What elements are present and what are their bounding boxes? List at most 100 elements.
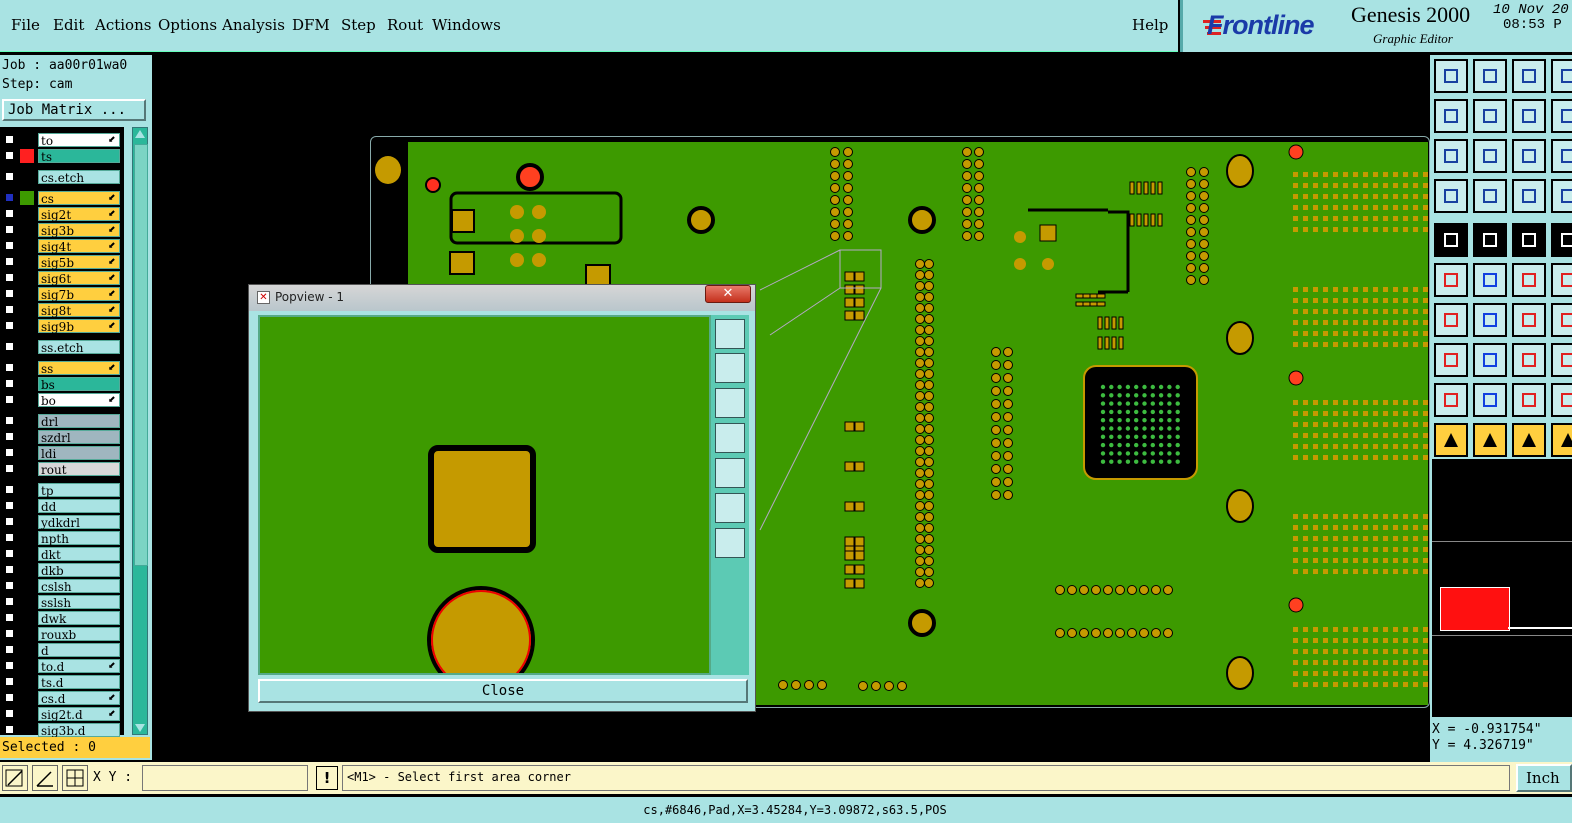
layer-row[interactable]: cs.etch [2, 170, 120, 185]
layer-name[interactable]: cslsh [38, 579, 120, 594]
connect-icon[interactable] [1434, 263, 1468, 297]
pointer-icon[interactable] [1434, 423, 1468, 457]
layer-row[interactable]: ts.d [2, 675, 120, 690]
layer-checkbox[interactable] [5, 135, 14, 144]
menu-options[interactable]: Options [158, 16, 217, 34]
layer-name[interactable]: npth [38, 531, 120, 546]
pan-right-icon[interactable] [1473, 99, 1507, 133]
ruler-icon[interactable] [1512, 223, 1546, 257]
layer-row[interactable]: cs ⬋ [2, 191, 120, 206]
menu-analysis[interactable]: Analysis [222, 16, 285, 34]
layer-checkbox[interactable] [5, 379, 14, 388]
grid-icon[interactable] [1473, 179, 1507, 213]
triangle-icon[interactable] [1434, 383, 1468, 417]
scroll-up-icon[interactable] [135, 130, 145, 138]
layer-checkbox[interactable] [5, 709, 14, 718]
measure-icon[interactable] [1434, 179, 1468, 213]
layer-name[interactable]: ydkdrl [38, 515, 120, 530]
layer-row[interactable]: dkb [2, 563, 120, 578]
xy-input[interactable] [142, 765, 308, 791]
layer-checkbox[interactable] [5, 448, 14, 457]
layer-row[interactable]: sig2t ⬋ [2, 207, 120, 222]
popview-canvas[interactable] [258, 315, 711, 675]
zoom-home-icon[interactable] [1434, 59, 1468, 93]
layer-name[interactable]: rout [38, 462, 120, 477]
popview-close-button[interactable]: Close [258, 679, 748, 703]
popview-zoom-icon[interactable] [715, 319, 745, 349]
layer-checkbox[interactable] [5, 661, 14, 670]
layer-row[interactable]: dd [2, 499, 120, 514]
layer-name[interactable]: dkb [38, 563, 120, 578]
layer-row[interactable]: sig7b ⬋ [2, 287, 120, 302]
layer-name[interactable]: drl [38, 414, 120, 429]
layer-row[interactable]: to.d ⬋ [2, 659, 120, 674]
layer-name[interactable]: tp [38, 483, 120, 498]
menu-actions[interactable]: Actions [95, 16, 151, 34]
layer-checkbox[interactable] [5, 257, 14, 266]
layer-row[interactable]: sig5b ⬋ [2, 255, 120, 270]
tool-extra-icon[interactable] [1551, 263, 1572, 297]
tool-extra-icon[interactable] [1551, 139, 1572, 173]
pointer-circle-icon[interactable] [1512, 423, 1546, 457]
layer-row[interactable]: to ⬋ [2, 133, 120, 148]
scroll-down-icon[interactable] [135, 724, 145, 732]
layer-checkbox[interactable] [5, 645, 14, 654]
arc-icon[interactable] [1512, 303, 1546, 337]
layer-color-swatch[interactable] [20, 191, 34, 205]
tool-extra-icon[interactable] [1551, 423, 1572, 457]
layer-checkbox[interactable] [5, 321, 14, 330]
tool-extra-icon[interactable] [1551, 383, 1572, 417]
menu-help[interactable]: Help [1132, 16, 1168, 34]
pad-select-icon[interactable] [1434, 223, 1468, 257]
home-icon[interactable] [1512, 59, 1546, 93]
layer-row[interactable]: sig9b ⬋ [2, 319, 120, 334]
layer-checkbox[interactable] [5, 273, 14, 282]
layer-name[interactable]: ldi [38, 446, 120, 461]
layer-row[interactable]: ydkdrl [2, 515, 120, 530]
layer-row[interactable]: cslsh [2, 579, 120, 594]
layer-checkbox[interactable] [5, 193, 14, 202]
units-button[interactable]: Inch [1516, 764, 1572, 792]
tool-extra-icon[interactable] [1551, 303, 1572, 337]
menu-step[interactable]: Step [341, 16, 376, 34]
menu-dfm[interactable]: DFM [292, 16, 330, 34]
layer-name[interactable]: dwk [38, 611, 120, 626]
layer-checkbox[interactable] [5, 209, 14, 218]
layer-name[interactable]: ts.d [38, 675, 120, 690]
layer-checkbox[interactable] [5, 289, 14, 298]
layer-name[interactable]: sslsh [38, 595, 120, 610]
cross-icon[interactable] [1473, 263, 1507, 297]
layer-row[interactable]: drl [2, 414, 120, 429]
layer-checkbox[interactable] [5, 432, 14, 441]
job-matrix-button[interactable]: Job Matrix ... [2, 99, 146, 121]
layer-row[interactable]: rouxb [2, 627, 120, 642]
angle-icon[interactable] [1434, 303, 1468, 337]
layer-row[interactable]: ss ⬋ [2, 361, 120, 376]
layer-checkbox[interactable] [5, 517, 14, 526]
tool-extra-icon[interactable] [1551, 99, 1572, 133]
layer-name[interactable]: ss.etch [38, 340, 120, 355]
scroll-thumb[interactable] [134, 144, 148, 566]
layer-row[interactable]: dwk [2, 611, 120, 626]
layer-scrollbar[interactable] [132, 127, 148, 735]
layer-color-swatch[interactable] [20, 149, 34, 163]
layer-row[interactable]: npth [2, 531, 120, 546]
line-tool-icon[interactable] [1473, 223, 1507, 257]
layer-checkbox[interactable] [5, 565, 14, 574]
pointer-red-icon[interactable] [1473, 423, 1507, 457]
snap-point-icon[interactable] [1512, 263, 1546, 297]
layer-row[interactable]: d [2, 643, 120, 658]
pan-left-icon[interactable] [1434, 99, 1468, 133]
tool-extra-icon[interactable] [1551, 223, 1572, 257]
layer-checkbox[interactable] [5, 693, 14, 702]
menu-windows[interactable]: Windows [432, 16, 501, 34]
layer-row[interactable]: sig6t ⬋ [2, 271, 120, 286]
layer-checkbox[interactable] [5, 395, 14, 404]
layer-checkbox[interactable] [5, 613, 14, 622]
pan-down-icon[interactable] [1473, 59, 1507, 93]
layer-checkbox[interactable] [5, 533, 14, 542]
layer-name[interactable]: sig3b.d [38, 723, 120, 738]
tool-extra-icon[interactable] [1551, 59, 1572, 93]
menu-edit[interactable]: Edit [53, 16, 84, 34]
layer-checkbox[interactable] [5, 501, 14, 510]
